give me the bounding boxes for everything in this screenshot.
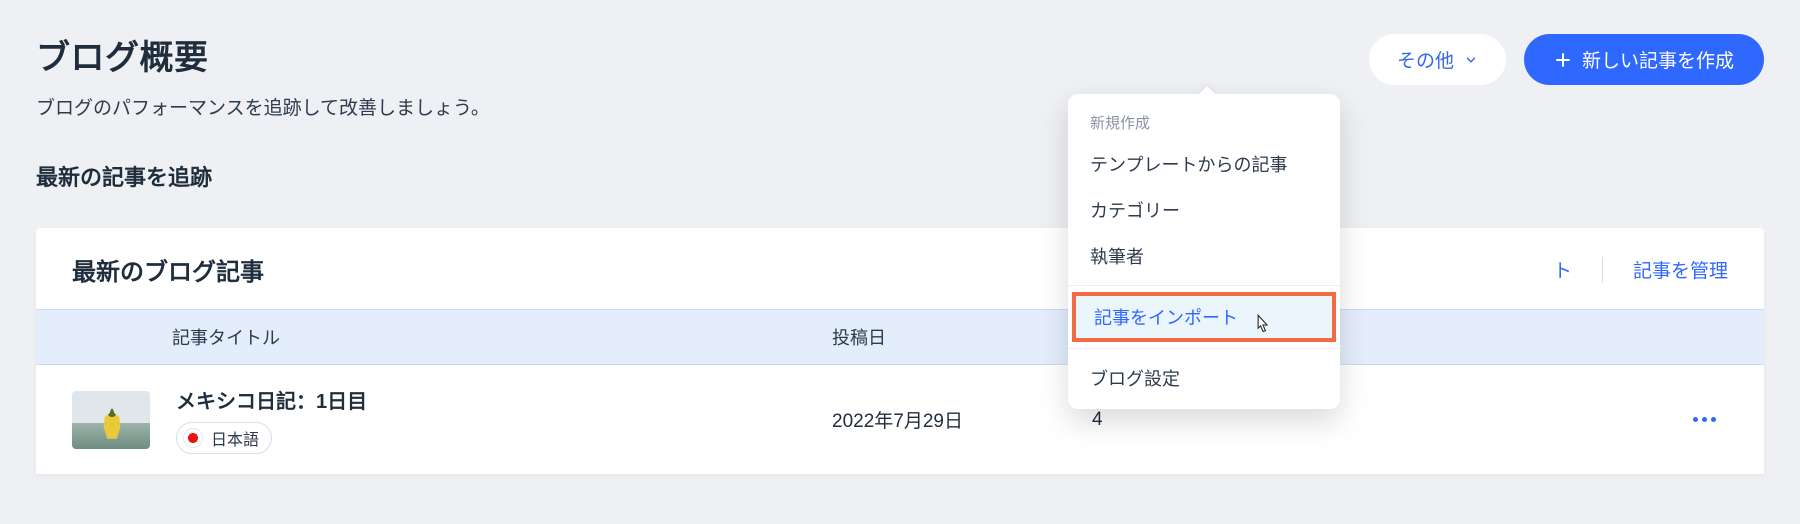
chevron-down-icon [1464,53,1478,67]
post-thumbnail [72,391,150,449]
plus-icon [1554,51,1572,69]
latest-posts-card: 最新のブログ記事 ト 記事を管理 記事タイトル 投稿日 メキシコ日記：1日目 日… [36,228,1764,474]
dropdown-item-import[interactable]: 記事をインポート [1072,292,1336,342]
post-date: 2022年7月29日 [832,406,1092,433]
other-button[interactable]: その他 [1369,34,1506,85]
dropdown-heading: 新規作成 [1068,108,1340,141]
dropdown-item-category[interactable]: カテゴリー [1068,187,1340,233]
section-track-latest: 最新の記事を追跡 [36,160,1764,192]
dropdown-separator [1068,348,1340,349]
page-title: ブログ概要 [36,30,490,79]
col-header-date: 投稿日 [832,324,1092,350]
col-header-title: 記事タイトル [72,324,832,350]
dropdown-item-import-label: 記事をインポート [1094,308,1238,328]
other-button-label: その他 [1397,46,1454,73]
table-row[interactable]: メキシコ日記：1日目 日本語 2022年7月29日 4 [36,365,1764,474]
divider [1602,257,1603,283]
card-title: 最新のブログ記事 [72,252,264,287]
card-link-manage[interactable]: 記事を管理 [1633,256,1728,283]
page-subtitle: ブログのパフォーマンスを追跡して改善しましょう。 [36,93,490,120]
pointer-cursor-icon [1250,310,1276,340]
dropdown-item-settings[interactable]: ブログ設定 [1068,355,1340,401]
other-dropdown: 新規作成 テンプレートからの記事 カテゴリー 執筆者 記事をインポート ブログ設… [1068,94,1340,409]
language-label: 日本語 [211,426,259,450]
new-post-button[interactable]: 新しい記事を作成 [1524,34,1764,85]
new-post-button-label: 新しい記事を作成 [1582,46,1734,73]
dropdown-separator [1068,285,1340,286]
flag-japan-icon [183,428,203,448]
dropdown-item-author[interactable]: 執筆者 [1068,233,1340,279]
dropdown-item-template[interactable]: テンプレートからの記事 [1068,141,1340,187]
language-chip[interactable]: 日本語 [176,422,272,454]
post-value: 4 [1092,409,1352,431]
row-actions-button[interactable] [1690,411,1718,429]
card-link-truncated[interactable]: ト [1553,256,1572,283]
post-title: メキシコ日記：1日目 [176,385,367,414]
table-header-row: 記事タイトル 投稿日 [36,309,1764,365]
